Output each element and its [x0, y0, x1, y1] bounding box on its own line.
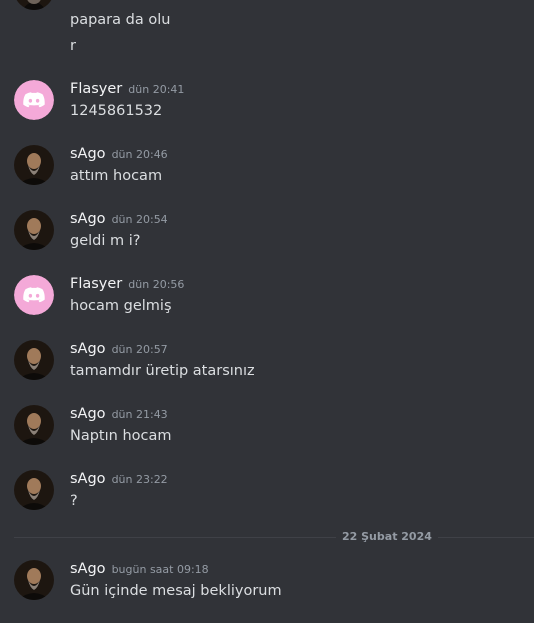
username[interactable]: Flasyer — [70, 81, 122, 97]
username[interactable]: sAgo — [70, 406, 106, 422]
message-header: sAgo dün 20:57 — [70, 338, 168, 360]
timestamp[interactable]: dün 20:56 — [128, 278, 184, 291]
timestamp[interactable]: dün 20:46 — [112, 148, 168, 161]
username[interactable]: sAgo — [70, 471, 106, 487]
message-header: sAgo bugün saat 09:18 — [70, 558, 209, 580]
portrait-icon[interactable] — [14, 145, 54, 185]
message-content: tamamdır üretip atarsınız — [70, 363, 255, 379]
message-item[interactable]: Flasyer dün 20:41 1245861532 — [0, 80, 534, 132]
message-header: sAgo dün 23:22 — [70, 468, 168, 490]
message-header: Flasyer dün 20:56 — [70, 273, 184, 295]
message-content: Naptın hocam — [70, 428, 172, 444]
timestamp[interactable]: dün 20:41 — [128, 83, 184, 96]
message-content: attım hocam — [70, 168, 163, 184]
message-header: sAgo dün 20:46 — [70, 143, 168, 165]
portrait-icon[interactable] — [14, 560, 54, 600]
portrait-icon[interactable] — [14, 0, 54, 10]
message-header: Flasyer dün 20:41 — [70, 78, 184, 100]
username[interactable]: Flasyer — [70, 276, 122, 292]
message-item[interactable]: sAgo dün 20:46 attım hocam — [0, 145, 534, 197]
portrait-icon[interactable] — [14, 470, 54, 510]
message-content: Gün içinde mesaj bekliyorum — [70, 583, 282, 599]
message-item[interactable]: sAgo dün 23:22 ? — [0, 470, 534, 522]
timestamp[interactable]: dün 21:43 — [112, 408, 168, 421]
date-divider-line — [14, 537, 534, 538]
timestamp[interactable]: dün 20:54 — [112, 213, 168, 226]
username[interactable]: sAgo — [70, 561, 106, 577]
timestamp[interactable]: bugün saat 09:18 — [112, 563, 209, 576]
message-item[interactable]: sAgo bugün saat 09:18 Gün içinde mesaj be… — [0, 560, 534, 612]
username[interactable]: sAgo — [70, 146, 106, 162]
timestamp[interactable]: dün 23:22 — [112, 473, 168, 486]
chat-message-list: papara da olu r Flasyer dün 20:41 1245861… — [0, 0, 534, 623]
date-divider-label: 22 Şubat 2024 — [336, 529, 438, 545]
portrait-icon[interactable] — [14, 405, 54, 445]
message-content-line: r — [70, 38, 76, 54]
message-header: sAgo dün 20:54 — [70, 208, 168, 230]
message-item[interactable]: sAgo dün 21:43 Naptın hocam — [0, 405, 534, 457]
message-content: 1245861532 — [70, 103, 163, 119]
message-header: sAgo dün 21:43 — [70, 403, 168, 425]
username[interactable]: sAgo — [70, 341, 106, 357]
discord-logo-icon[interactable] — [14, 80, 54, 120]
discord-logo-icon[interactable] — [14, 275, 54, 315]
message-item[interactable]: sAgo dün 20:57 tamamdır üretip atarsınız — [0, 340, 534, 392]
portrait-icon[interactable] — [14, 210, 54, 250]
message-item[interactable]: Flasyer dün 20:56 hocam gelmiş — [0, 275, 534, 327]
message-item[interactable]: sAgo dün 20:54 geldi m i? — [0, 210, 534, 262]
portrait-icon[interactable] — [14, 340, 54, 380]
timestamp[interactable]: dün 20:57 — [112, 343, 168, 356]
message-content-line: papara da olu — [70, 12, 171, 28]
message-content: hocam gelmiş — [70, 298, 172, 314]
message-content: geldi m i? — [70, 233, 141, 249]
message-content: ? — [70, 493, 78, 509]
username[interactable]: sAgo — [70, 211, 106, 227]
